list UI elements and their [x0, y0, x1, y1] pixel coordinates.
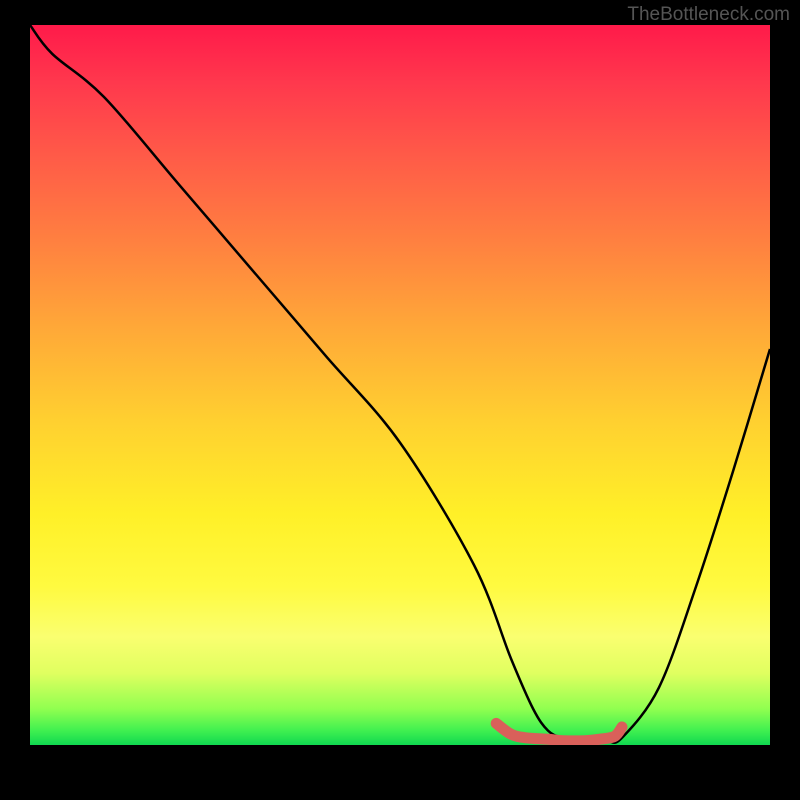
- optimal-marker: [496, 723, 622, 740]
- chart-container: TheBottleneck.com: [0, 0, 800, 800]
- watermark-text: TheBottleneck.com: [627, 4, 790, 26]
- plot-area: [30, 25, 770, 745]
- curve-svg: [30, 25, 770, 745]
- bottleneck-curve: [30, 25, 770, 743]
